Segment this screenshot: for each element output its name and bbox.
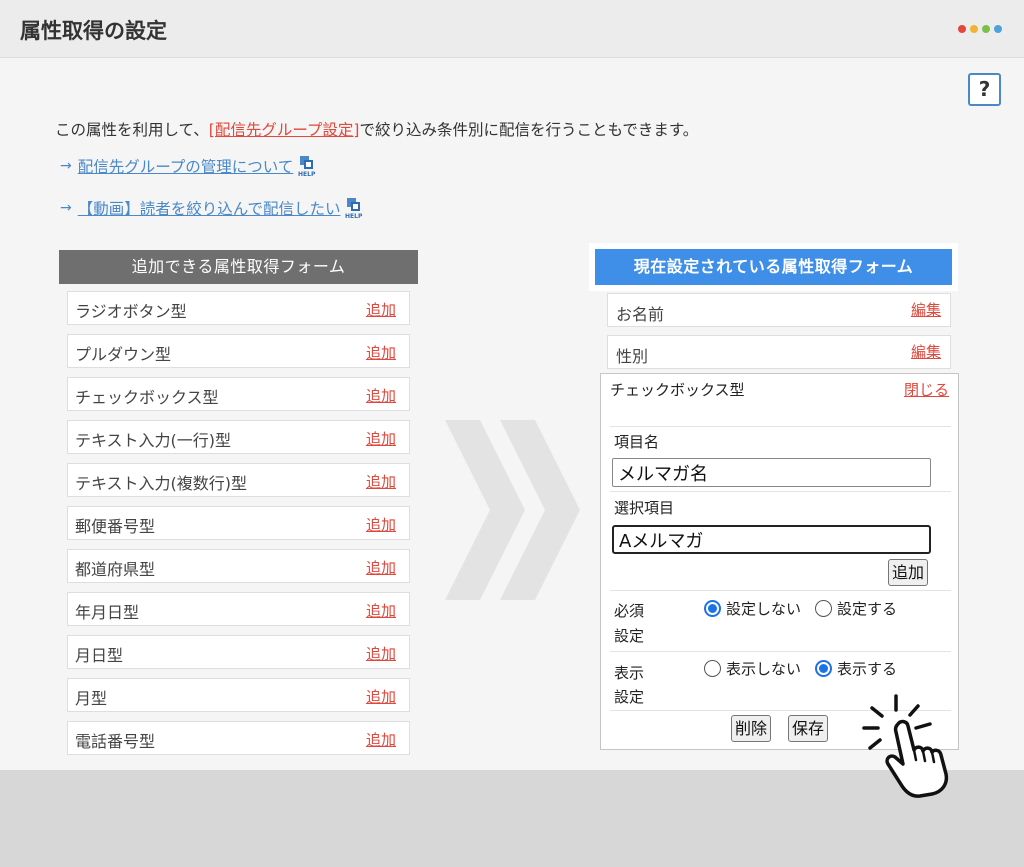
add-link[interactable]: 追加 xyxy=(366,385,396,406)
form-type-row: 月日型 追加 xyxy=(67,635,410,669)
help-doc-icon[interactable]: HELP xyxy=(297,155,317,178)
add-link[interactable]: 追加 xyxy=(366,514,396,535)
current-form-row: 性別 編集 xyxy=(607,335,951,369)
item-name-label: 項目名 xyxy=(614,433,660,451)
available-forms-header: 追加できる属性取得フォーム xyxy=(59,250,418,284)
radio-button[interactable] xyxy=(815,660,833,677)
form-type-row: テキスト入力(複数行)型 追加 xyxy=(67,463,410,497)
form-type-label: 月型 xyxy=(75,689,108,708)
add-link[interactable]: 追加 xyxy=(366,600,396,621)
add-link[interactable]: 追加 xyxy=(366,299,396,320)
help-doc-icon[interactable]: HELP xyxy=(344,197,364,220)
help-link-label[interactable]: 【動画】読者を絞り込んで配信したい xyxy=(78,197,341,219)
form-type-label: 電話番号型 xyxy=(75,732,156,751)
add-link[interactable]: 追加 xyxy=(366,557,396,578)
add-link[interactable]: 追加 xyxy=(366,729,396,750)
help-link-label[interactable]: 配信先グループの管理について xyxy=(78,155,294,177)
form-type-row: 電話番号型 追加 xyxy=(67,721,410,755)
form-type-label: ラジオボタン型 xyxy=(75,302,187,321)
radio-label: 表示する xyxy=(837,660,898,678)
edit-link[interactable]: 編集 xyxy=(911,341,941,362)
current-forms-header: 現在設定されている属性取得フォーム xyxy=(589,243,958,291)
radio-button[interactable] xyxy=(704,660,721,677)
form-type-row: 都道府県型 追加 xyxy=(67,549,410,583)
add-link[interactable]: 追加 xyxy=(366,342,396,363)
current-forms-header-label: 現在設定されている属性取得フォーム xyxy=(595,249,952,285)
save-button[interactable]: 保存 xyxy=(788,715,829,742)
help-link-video[interactable]: → 【動画】読者を絞り込んで配信したい HELP xyxy=(60,197,364,220)
divider xyxy=(610,426,951,427)
display-label: 表示 xyxy=(614,664,645,682)
form-type-label: テキスト入力(一行)型 xyxy=(75,431,232,450)
divider xyxy=(610,590,951,591)
pointing-hand-click-icon xyxy=(862,694,949,798)
help-link-group-management[interactable]: → 配信先グループの管理について HELP xyxy=(60,155,317,178)
dot-blue xyxy=(994,25,1002,33)
arrow-right-icon: → xyxy=(60,158,72,174)
current-form-label: お名前 xyxy=(616,305,665,324)
editor-title: チェックボックス型 xyxy=(610,381,745,399)
form-type-label: 都道府県型 xyxy=(75,560,156,579)
intro-after: で絞り込み条件別に配信を行うこともできます。 xyxy=(359,121,699,139)
page: 属性取得の設定 ? この属性を利用して、[配信先グループ設定]で絞り込み条件別に… xyxy=(0,0,1024,798)
radio-button[interactable] xyxy=(815,600,833,617)
help-button[interactable]: ? xyxy=(968,73,1001,106)
radio-button[interactable] xyxy=(704,600,721,617)
add-link[interactable]: 追加 xyxy=(366,471,396,492)
dot-red xyxy=(958,25,966,33)
title-bar: 属性取得の設定 xyxy=(0,0,1024,58)
required-label-2: 設定 xyxy=(614,627,645,645)
decorative-dots xyxy=(958,25,1002,33)
current-form-row: お名前 編集 xyxy=(607,293,951,327)
required-option-on[interactable]: 設定する xyxy=(815,598,897,619)
dot-yellow xyxy=(970,25,978,33)
choices-label: 選択項目 xyxy=(614,499,675,517)
required-radio-group: 設定しない 設定する xyxy=(704,598,911,619)
form-type-row: テキスト入力(一行)型 追加 xyxy=(67,420,410,454)
delete-button[interactable]: 削除 xyxy=(731,715,772,742)
form-type-label: 月日型 xyxy=(75,646,124,665)
edit-link[interactable]: 編集 xyxy=(911,299,941,320)
page-title: 属性取得の設定 xyxy=(20,19,167,43)
form-type-label: テキスト入力(複数行)型 xyxy=(75,474,248,493)
form-type-label: チェックボックス型 xyxy=(75,388,219,407)
intro-before: この属性を利用して、 xyxy=(55,121,209,139)
display-option-off[interactable]: 表示しない xyxy=(704,658,801,679)
dot-green xyxy=(982,25,990,33)
intro-text: この属性を利用して、[配信先グループ設定]で絞り込み条件別に配信を行うこともでき… xyxy=(55,118,698,140)
add-link[interactable]: 追加 xyxy=(366,686,396,707)
form-type-row: ラジオボタン型 追加 xyxy=(67,291,410,325)
add-choice-button[interactable]: 追加 xyxy=(888,559,929,586)
radio-label: 設定する xyxy=(837,600,898,618)
form-type-row: 月型 追加 xyxy=(67,678,410,712)
form-type-row: 郵便番号型 追加 xyxy=(67,506,410,540)
form-type-label: 年月日型 xyxy=(75,603,140,622)
form-type-row: 年月日型 追加 xyxy=(67,592,410,626)
add-link[interactable]: 追加 xyxy=(366,643,396,664)
svg-text:HELP: HELP xyxy=(345,213,363,219)
group-settings-link[interactable]: [配信先グループ設定] xyxy=(209,121,360,139)
display-label-2: 設定 xyxy=(614,688,645,706)
arrow-right-icon: → xyxy=(60,200,72,216)
add-link[interactable]: 追加 xyxy=(366,428,396,449)
form-type-label: プルダウン型 xyxy=(75,345,172,364)
double-chevron-right-icon xyxy=(445,420,580,600)
form-type-label: 郵便番号型 xyxy=(75,517,156,536)
required-label: 必須 xyxy=(614,602,645,620)
radio-label: 設定しない xyxy=(726,600,802,618)
close-link[interactable]: 閉じる xyxy=(904,379,949,400)
choice-input[interactable] xyxy=(612,525,931,554)
divider xyxy=(610,491,951,492)
display-option-on[interactable]: 表示する xyxy=(815,658,897,679)
divider xyxy=(610,651,951,652)
item-name-input[interactable] xyxy=(612,458,931,487)
display-radio-group: 表示しない 表示する xyxy=(704,658,911,679)
current-form-label: 性別 xyxy=(616,347,649,366)
form-type-row: チェックボックス型 追加 xyxy=(67,377,410,411)
radio-label: 表示しない xyxy=(726,660,802,678)
svg-text:HELP: HELP xyxy=(298,171,316,177)
required-option-off[interactable]: 設定しない xyxy=(704,598,801,619)
form-type-row: プルダウン型 追加 xyxy=(67,334,410,368)
